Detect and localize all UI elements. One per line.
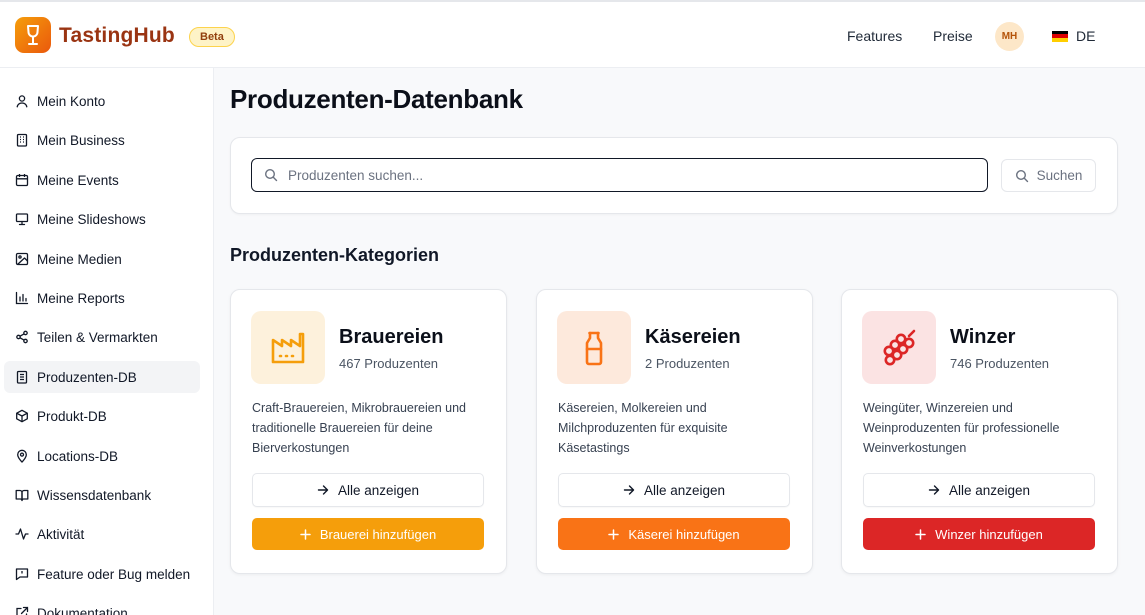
category-card-winzer: Winzer 746 Produzenten Weingüter, Winzer… xyxy=(841,289,1118,574)
search-input[interactable] xyxy=(288,167,968,183)
category-count: 746 Produzenten xyxy=(950,356,1050,371)
category-name: Käsereien xyxy=(645,326,741,348)
book-icon xyxy=(15,489,29,502)
search-icon xyxy=(1015,169,1028,182)
view-all-label: Alle anzeigen xyxy=(643,482,726,498)
map-pin-icon xyxy=(17,449,27,463)
message-icon xyxy=(15,568,29,581)
section-title: Produzenten-Kategorien xyxy=(230,245,440,265)
language-label: DE xyxy=(1076,28,1096,44)
view-all-button[interactable]: Alle anzeigen xyxy=(863,473,1095,507)
arrow-right-icon xyxy=(928,485,940,495)
sidebar-item-meine-medien[interactable]: Meine Medien xyxy=(4,243,200,275)
external-link-icon xyxy=(16,606,29,615)
plus-icon xyxy=(300,528,311,540)
sidebar-item-teilen-vermarkten[interactable]: Teilen & Vermarkten xyxy=(4,321,200,353)
sidebar-item-feature-bug-melden[interactable]: Feature oder Bug melden xyxy=(4,558,200,590)
calendar-icon xyxy=(15,174,29,187)
category-description: Käsereien, Molkereien und Milchproduzent… xyxy=(558,401,728,455)
category-icon-tile xyxy=(862,311,936,384)
add-kaeserei-button[interactable]: Käserei hinzufügen xyxy=(558,518,790,550)
german-flag-icon xyxy=(1052,30,1068,42)
brand-name[interactable]: TastingHub xyxy=(59,24,175,48)
sidebar-item-label: Teilen & Vermarkten xyxy=(37,329,158,345)
sidebar-item-label: Meine Slideshows xyxy=(37,211,146,227)
add-winzer-button[interactable]: Winzer hinzufügen xyxy=(863,518,1095,550)
factory-icon xyxy=(271,332,305,363)
sidebar-item-label: Wissensdatenbank xyxy=(37,487,152,503)
activity-icon xyxy=(15,528,29,540)
arrow-right-icon xyxy=(317,485,329,495)
sidebar-item-wissensdatenbank[interactable]: Wissensdatenbank xyxy=(4,479,200,511)
sidebar-item-locations-db[interactable]: Locations-DB xyxy=(4,440,200,472)
sidebar-item-label: Produzenten-DB xyxy=(37,369,137,385)
category-count: 467 Produzenten xyxy=(339,356,439,371)
sidebar-item-meine-events[interactable]: Meine Events xyxy=(4,164,200,196)
app-logo[interactable] xyxy=(15,17,51,53)
sidebar-item-label: Feature oder Bug melden xyxy=(37,566,191,582)
sidebar-item-label: Meine Medien xyxy=(37,251,122,267)
sidebar-item-produzenten-db[interactable]: Produzenten-DB xyxy=(4,361,200,393)
sidebar-item-label: Produkt-DB xyxy=(37,408,107,424)
nav-link-preise[interactable]: Preise xyxy=(933,28,973,44)
database-building-icon xyxy=(16,370,28,384)
category-count: 2 Produzenten xyxy=(645,356,730,371)
add-button-label: Käserei hinzufügen xyxy=(628,526,740,542)
sidebar-item-mein-konto[interactable]: Mein Konto xyxy=(4,85,200,117)
view-all-button[interactable]: Alle anzeigen xyxy=(558,473,790,507)
category-card-brauereien: Brauereien 467 Produzenten Craft-Brauere… xyxy=(230,289,507,574)
milk-bottle-icon xyxy=(585,331,603,365)
search-field[interactable] xyxy=(251,158,988,192)
plus-icon xyxy=(608,528,620,540)
category-name: Brauereien xyxy=(339,326,444,348)
building-icon xyxy=(16,133,28,147)
search-button[interactable]: Suchen xyxy=(1001,159,1096,192)
sidebar-item-label: Mein Konto xyxy=(37,93,106,109)
add-brauerei-button[interactable]: Brauerei hinzufügen xyxy=(252,518,484,550)
sidebar-item-label: Mein Business xyxy=(37,132,125,148)
sidebar-item-aktivitaet[interactable]: Aktivität xyxy=(4,518,200,550)
category-description: Craft-Brauereien, Mikrobrauereien und tr… xyxy=(252,401,466,455)
language-switcher[interactable]: DE xyxy=(1052,28,1095,44)
sidebar-item-meine-slideshows[interactable]: Meine Slideshows xyxy=(4,203,200,235)
top-bar: TastingHub Beta Features Preise MH DE xyxy=(0,0,1145,68)
category-name: Winzer xyxy=(950,326,1016,348)
page-title: Produzenten-Datenbank xyxy=(230,84,523,114)
arrow-right-icon xyxy=(623,485,635,495)
bar-chart-icon xyxy=(15,291,29,305)
sidebar-item-label: Locations-DB xyxy=(37,448,119,464)
category-card-kaesereien: Käsereien 2 Produzenten Käsereien, Molke… xyxy=(536,289,813,574)
category-icon-tile xyxy=(251,311,325,384)
sidebar-item-label: Meine Events xyxy=(37,172,119,188)
category-description: Weingüter, Winzereien und Weinproduzente… xyxy=(863,401,1060,455)
user-icon xyxy=(16,95,28,108)
sidebar: Mein Konto Mein Business Meine Events Me… xyxy=(0,68,214,615)
presentation-icon xyxy=(15,213,29,226)
view-all-label: Alle anzeigen xyxy=(948,482,1031,498)
avatar[interactable]: MH xyxy=(995,22,1024,51)
package-icon xyxy=(16,409,28,423)
image-icon xyxy=(15,252,29,266)
share-icon xyxy=(16,330,28,344)
plus-icon xyxy=(915,528,926,540)
search-icon xyxy=(264,168,278,182)
search-button-label: Suchen xyxy=(1036,168,1083,183)
beta-badge: Beta xyxy=(189,27,235,47)
search-panel: Suchen xyxy=(230,137,1118,214)
add-button-label: Brauerei hinzufügen xyxy=(319,526,437,542)
view-all-label: Alle anzeigen xyxy=(337,482,420,498)
category-icon-tile xyxy=(557,311,631,384)
sidebar-item-label: Dokumentation xyxy=(37,605,128,615)
nav-link-features[interactable]: Features xyxy=(847,28,902,44)
sidebar-item-dokumentation[interactable]: Dokumentation xyxy=(4,597,200,615)
sidebar-item-produkt-db[interactable]: Produkt-DB xyxy=(4,400,200,432)
wine-glass-icon xyxy=(27,25,39,45)
grapes-icon xyxy=(883,329,916,365)
sidebar-item-mein-business[interactable]: Mein Business xyxy=(4,124,200,156)
sidebar-item-label: Meine Reports xyxy=(37,290,125,306)
sidebar-item-label: Aktivität xyxy=(37,526,85,542)
add-button-label: Winzer hinzufügen xyxy=(935,526,1043,542)
view-all-button[interactable]: Alle anzeigen xyxy=(252,473,484,507)
sidebar-item-meine-reports[interactable]: Meine Reports xyxy=(4,282,200,314)
